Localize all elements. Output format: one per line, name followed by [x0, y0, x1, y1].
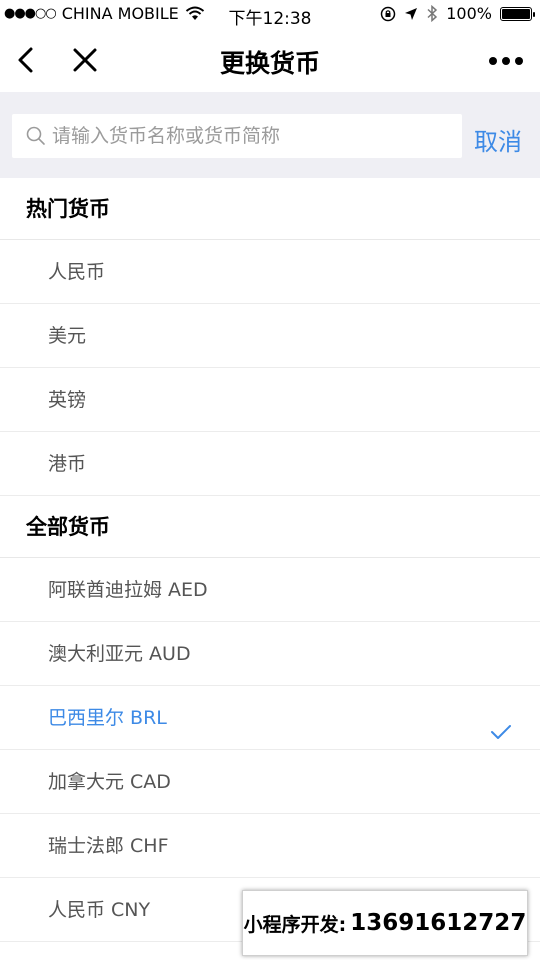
- cancel-button[interactable]: 取消: [474, 122, 522, 157]
- battery-percent: 100%: [446, 4, 492, 23]
- search-icon: [26, 126, 45, 145]
- list-item[interactable]: 加拿大元 CAD: [0, 750, 540, 814]
- list-item-label: 阿联酋迪拉姆 AED: [48, 579, 208, 601]
- badge-phone: 13691612727: [350, 910, 527, 936]
- list-item[interactable]: 英镑: [0, 368, 540, 432]
- search-area: 取消: [0, 92, 540, 178]
- list-item-label: 瑞士法郎 CHF: [48, 835, 169, 857]
- section-header-all: 全部货币: [0, 496, 540, 558]
- list-item-selected[interactable]: 巴西里尔 BRL: [0, 686, 540, 750]
- list-item[interactable]: 澳大利亚元 AUD: [0, 622, 540, 686]
- currency-list: 热门货币 人民币 美元 英镑 港币 全部货币 阿联酋迪拉姆 AED 澳大利亚元 …: [0, 178, 540, 942]
- section-header-hot: 热门货币: [0, 178, 540, 240]
- nav-bar: 更换货币: [0, 30, 540, 92]
- list-item-label: 巴西里尔 BRL: [48, 707, 167, 729]
- status-right: 100%: [380, 4, 535, 23]
- list-item[interactable]: 港币: [0, 432, 540, 496]
- page-title: 更换货币: [219, 49, 320, 78]
- bluetooth-icon: [427, 5, 438, 22]
- search-input[interactable]: [52, 114, 452, 158]
- list-item-label: 澳大利亚元 AUD: [48, 643, 191, 665]
- search-box[interactable]: [12, 114, 462, 158]
- list-item[interactable]: 瑞士法郎 CHF: [0, 814, 540, 878]
- badge-label: 小程序开发:: [243, 913, 347, 936]
- list-item-label: 加拿大元 CAD: [48, 771, 171, 793]
- checkmark-icon: [491, 725, 511, 739]
- list-item[interactable]: 美元: [0, 304, 540, 368]
- list-item-label: 人民币 CNY: [48, 899, 151, 921]
- rotation-lock-icon: [381, 6, 396, 21]
- more-options-icon[interactable]: [488, 54, 524, 68]
- list-item[interactable]: 人民币: [0, 240, 540, 304]
- status-bar: ●●●○○ CHINA MOBILE 下午12:38 100%: [0, 0, 540, 30]
- battery-icon: [500, 6, 535, 21]
- location-icon: [405, 7, 418, 20]
- list-item[interactable]: 阿联酋迪拉姆 AED: [0, 558, 540, 622]
- contact-badge: 小程序开发: 13691612727: [242, 890, 528, 956]
